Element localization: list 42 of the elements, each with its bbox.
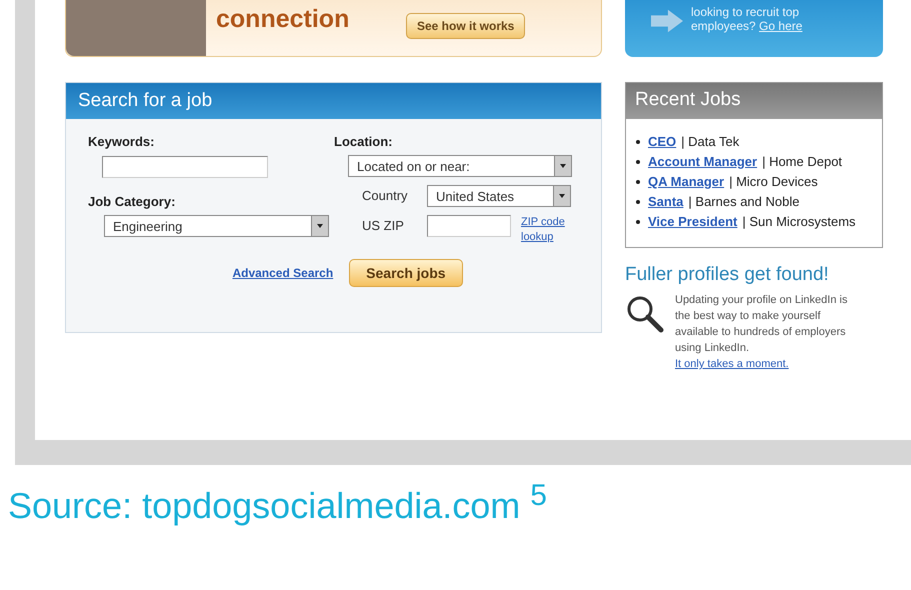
company-name: | Micro Devices xyxy=(729,173,818,191)
country-dropdown[interactable]: United States xyxy=(427,185,571,207)
location-dropdown[interactable]: Located on or near: xyxy=(348,155,572,177)
job-link[interactable]: Account Manager xyxy=(648,152,758,172)
company-name: | Data Tek xyxy=(681,133,740,151)
search-jobs-button[interactable]: Search jobs xyxy=(349,259,463,287)
job-link[interactable]: Vice President xyxy=(648,212,738,232)
field-label: Country xyxy=(362,187,409,205)
job-link[interactable]: QA Manager xyxy=(648,172,724,192)
dropdown-arrow-icon xyxy=(311,216,328,236)
dropdown-arrow-icon xyxy=(553,186,570,206)
bullet-icon xyxy=(636,140,640,144)
promo-title: Fuller profiles get found! xyxy=(625,264,830,286)
advanced-search-link[interactable]: Advanced Search xyxy=(232,266,334,280)
promo-text: Updating your profile on LinkedIn is the best way to make yourself available to hundreds of employers using LinkedIn. xyxy=(675,293,848,356)
dropdown-arrow-icon xyxy=(554,156,571,176)
profile-link[interactable]: It only takes a moment. xyxy=(675,358,789,370)
bullet-icon xyxy=(636,160,640,164)
company-name: | Home Depot xyxy=(762,153,842,171)
zip-lookup-link[interactable]: ZIP code lookup xyxy=(521,215,573,245)
field-label: Job Category: xyxy=(88,194,176,209)
hiring-text: looking to recruit top employees? Go here xyxy=(691,5,804,33)
bullet-icon xyxy=(636,180,640,184)
category-dropdown[interactable]: Engineering xyxy=(104,215,329,237)
job-link[interactable]: Santa xyxy=(648,192,684,212)
promo-headline: connection xyxy=(216,5,350,34)
panel-title: Recent Jobs xyxy=(626,83,882,119)
bullet-icon xyxy=(636,200,640,204)
field-label: Keywords: xyxy=(88,134,156,149)
source-caption: Source: topdogsocialmedia.com $^{5}$ xyxy=(7,478,548,527)
company-name: | Sun Microsystems xyxy=(742,213,856,231)
bullet-icon xyxy=(636,220,640,224)
field-label: US ZIP xyxy=(362,217,405,235)
arrow-icon xyxy=(651,9,683,33)
panel-title: Search for a job xyxy=(66,83,601,119)
zip-field[interactable] xyxy=(427,215,511,237)
search-icon xyxy=(625,294,665,334)
see-how-button[interactable]: See how it works xyxy=(406,13,526,39)
field-label: Location: xyxy=(334,134,394,149)
keywords-field[interactable] xyxy=(102,156,268,178)
company-name: | Barnes and Noble xyxy=(688,193,800,211)
job-link[interactable]: CEO xyxy=(648,132,676,152)
